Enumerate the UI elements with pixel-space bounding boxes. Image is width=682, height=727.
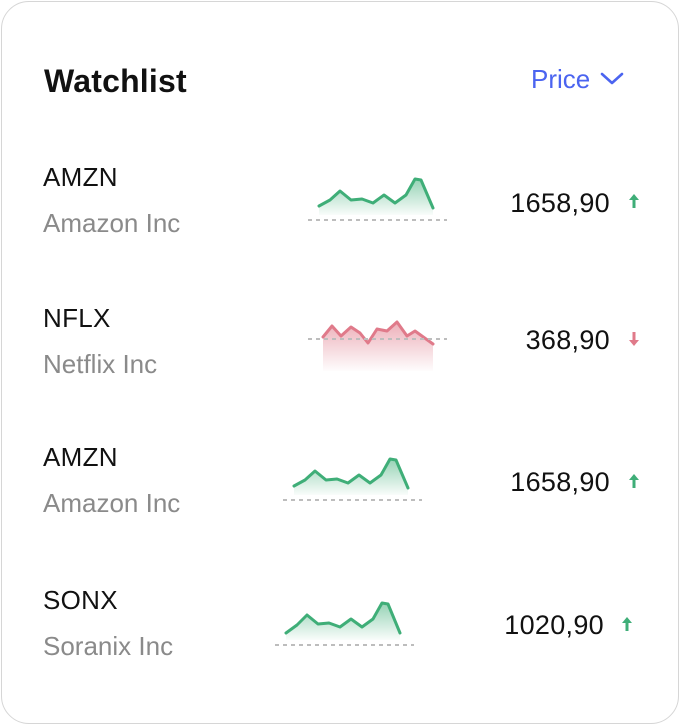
price-value: 1020,90	[504, 610, 604, 640]
watchlist-title: Watchlist	[44, 63, 187, 99]
price-value: 1658,90	[510, 467, 610, 497]
ticker-symbol: AMZN	[43, 162, 118, 192]
arrow-up-icon	[629, 194, 639, 208]
sparkline-area	[286, 603, 400, 640]
list-item[interactable]: NFLX Netflix Inc 368,90	[2, 303, 680, 413]
list-item[interactable]: AMZN Amazon Inc 1658,90	[2, 162, 680, 272]
ticker-symbol: SONX	[43, 585, 118, 615]
ticker-symbol: AMZN	[43, 442, 118, 472]
list-item[interactable]: AMZN Amazon Inc 1658,90	[2, 442, 680, 552]
sparkline-chart	[308, 320, 447, 371]
price-value: 1658,90	[510, 188, 610, 218]
arrow-up-icon	[622, 617, 632, 631]
chevron-down-icon	[600, 72, 624, 85]
company-name: Soranix Inc	[43, 631, 174, 661]
arrow-up-icon	[629, 474, 639, 488]
sparkline-area	[294, 459, 408, 495]
price-value: 368,90	[525, 325, 610, 355]
company-name: Amazon Inc	[43, 488, 181, 518]
watchlist-card: Watchlist Price AMZN Amazon Inc 1658,90	[1, 1, 679, 724]
sparkline-chart	[283, 457, 422, 501]
sparkline-chart	[308, 177, 447, 221]
list-item[interactable]: SONX Soranix Inc 1020,90	[2, 585, 680, 695]
company-name: Netflix Inc	[43, 349, 158, 379]
company-name: Amazon Inc	[43, 208, 181, 238]
arrow-down-icon	[629, 332, 639, 346]
sparkline-chart	[275, 601, 414, 646]
ticker-symbol: NFLX	[43, 303, 111, 333]
sparkline-area	[319, 179, 433, 215]
sort-dropdown[interactable]: Price	[531, 62, 624, 96]
sort-label: Price	[531, 63, 591, 94]
